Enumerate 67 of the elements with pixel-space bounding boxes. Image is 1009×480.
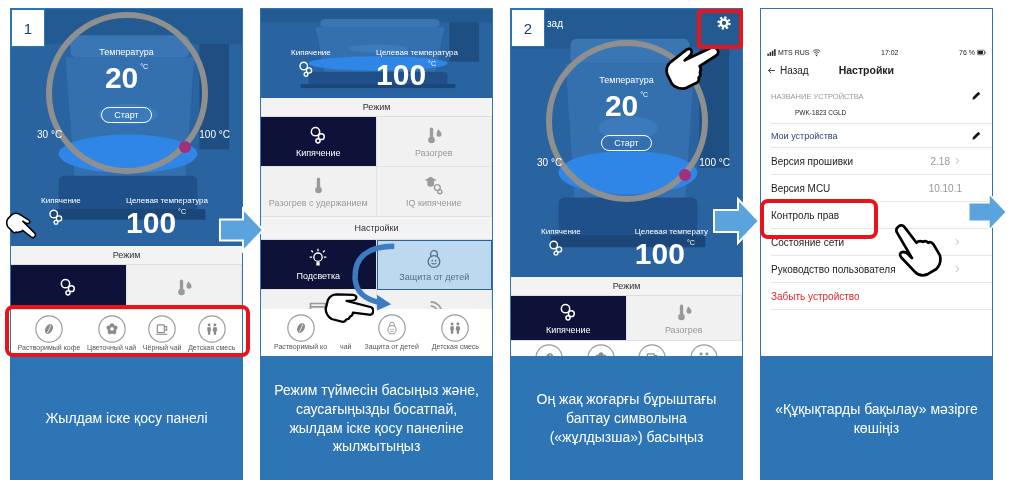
mode-tile[interactable]: Защита от детей (376, 240, 492, 290)
mode-tile[interactable]: Подсветка (261, 240, 377, 290)
temperature-value: 20 (104, 63, 139, 93)
back-arrow-icon (767, 65, 776, 75)
chevron-icon (952, 156, 962, 166)
section-header: Режим (11, 246, 242, 265)
children-icon[interactable] (441, 314, 470, 342)
temperature-value: 20 (604, 91, 639, 121)
chevron-icon (952, 264, 962, 274)
instruction-caption: «Құқықтарды бақылау» мәзірге көшіңіз (760, 357, 993, 480)
smiley-lock-icon[interactable] (377, 314, 406, 342)
settings-icon[interactable] (716, 15, 732, 31)
instruction-caption: Оң жақ жоғарғы бұрыштағы баптау символына («жұлдызша») басыңыз (510, 357, 743, 480)
min-temperature: 30 °C (37, 129, 63, 140)
dial-title: Температура (599, 75, 654, 85)
chevron-icon (952, 237, 962, 247)
target-temperature: 100 (376, 60, 427, 90)
instruction-caption: Режим түймесін басыңыз және, саусағыңызды босатпай, жылдам іске қосу панеліне жылжытыңыз (260, 357, 493, 480)
bubbles-icon (547, 239, 565, 257)
battery-icon (977, 47, 986, 57)
flower-icon[interactable] (97, 315, 126, 343)
settings-item[interactable]: Версия MCU (771, 182, 831, 194)
mode-tile[interactable]: Кипячение (511, 296, 627, 341)
light-bulb-icon (308, 248, 329, 268)
section-header: Режим (261, 98, 492, 117)
coffee-bean-icon[interactable] (286, 314, 315, 342)
graduation-cap-icon (423, 175, 444, 195)
coffee-bean-icon[interactable] (35, 315, 63, 343)
section-header: Настройки (261, 217, 492, 240)
mode-label: Кипячение (291, 48, 331, 57)
screen-title: Настройки (838, 64, 895, 76)
max-temperature: 100 °C (699, 157, 730, 168)
step-number: 1 (11, 9, 45, 47)
target-temperature: 100 (634, 239, 685, 269)
instruction-caption: Жылдам іске қосу панелі (10, 357, 243, 480)
pencil-icon[interactable] (971, 90, 982, 101)
settings-item[interactable]: Руководство пользователя (771, 263, 896, 275)
section-header: Режим (511, 277, 742, 296)
back-button[interactable]: Назад (767, 64, 809, 76)
bubbles-icon (47, 208, 65, 226)
mode-tile[interactable] (11, 265, 127, 310)
bubbles-icon (297, 60, 315, 78)
dial-title: Температура (99, 47, 154, 57)
target-temperature-label: Целевая температура (376, 48, 458, 57)
step-number: 2 (511, 9, 545, 47)
wifi-icon (811, 47, 821, 57)
pencil-icon[interactable] (971, 130, 982, 141)
mode-tile[interactable]: Кипячение (261, 117, 377, 167)
settings-item[interactable]: Забыть устройство (771, 290, 860, 302)
thermometer-icon (312, 175, 324, 195)
settings-item[interactable]: Версия прошивки (771, 155, 853, 167)
my-devices-label: Мои устройства (771, 130, 838, 141)
target-temperature-label: Целевая температу (634, 227, 708, 236)
settings-item[interactable]: Состояние сети (771, 236, 845, 248)
row-value: 2.18 (930, 155, 950, 167)
mode-label: Кипячение (41, 196, 81, 205)
children-icon[interactable] (197, 315, 226, 343)
max-temperature: 100 °C (199, 129, 230, 140)
cup-icon[interactable] (148, 315, 177, 343)
row-value: 10.10.1 (928, 182, 962, 194)
target-temperature: 100 (126, 208, 177, 238)
mode-label: Кипячение (541, 227, 581, 236)
target-temperature-label: Целевая температура (126, 196, 208, 205)
back-link[interactable]: зад (547, 17, 563, 29)
min-temperature: 30 °C (537, 157, 563, 168)
signal-icon (767, 47, 776, 57)
settings-item[interactable]: Контроль прав (771, 209, 840, 221)
